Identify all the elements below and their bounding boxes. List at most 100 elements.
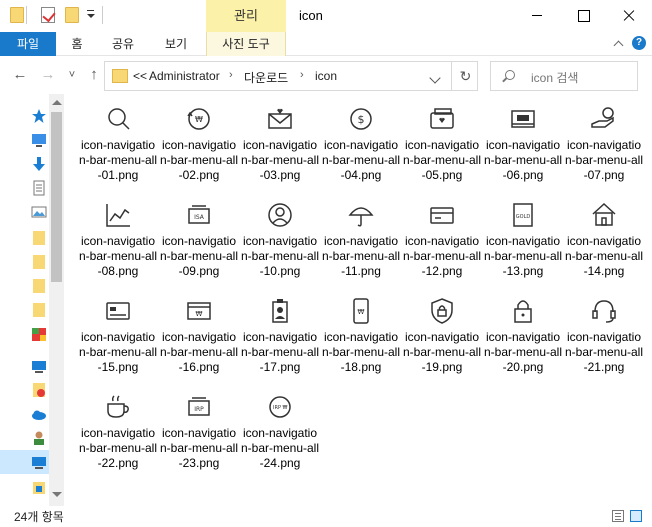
tab-share[interactable]: 공유 [108, 32, 138, 56]
recent-locations-button[interactable]: ˅ [64, 67, 80, 83]
file-item[interactable]: IRP ₩ icon-navigation-bar-menu-all-24.png [240, 384, 320, 480]
maximize-button[interactable] [560, 0, 606, 32]
tab-view[interactable]: 보기 [160, 32, 192, 56]
file-name: icon-navigation-bar-menu-all-01.png [78, 138, 158, 182]
file-name: icon-navigation-bar-menu-all-10.png [240, 234, 320, 278]
search-icon [505, 70, 515, 80]
pictures-icon[interactable] [31, 204, 47, 220]
file-name: icon-navigation-bar-menu-all-22.png [78, 426, 158, 470]
shield-icon [427, 296, 457, 326]
properties-icon[interactable] [41, 7, 55, 23]
file-name: icon-navigation-bar-menu-all-09.png [159, 234, 239, 278]
file-item[interactable]: icon-navigation-bar-menu-all-17.png [240, 288, 320, 384]
help-icon[interactable]: ? [632, 36, 646, 50]
folder-icon[interactable] [31, 302, 47, 318]
file-item[interactable]: icon-navigation-bar-menu-all-12.png [402, 192, 482, 288]
minimize-button[interactable] [514, 0, 560, 32]
file-item[interactable]: icon-navigation-bar-menu-all-14.png [564, 192, 644, 288]
file-item[interactable]: icon-navigation-bar-menu-all-22.png [78, 384, 158, 480]
search-icon [103, 104, 133, 134]
scrollbar-thumb[interactable] [51, 112, 62, 282]
file-name: icon-navigation-bar-menu-all-07.png [564, 138, 644, 182]
file-item[interactable]: $ icon-navigation-bar-menu-all-04.png [321, 96, 401, 192]
file-item[interactable]: IRP icon-navigation-bar-menu-all-23.png [159, 384, 239, 480]
quick-access-star-icon[interactable] [31, 108, 47, 124]
file-name: icon-navigation-bar-menu-all-12.png [402, 234, 482, 278]
file-name: icon-navigation-bar-menu-all-19.png [402, 330, 482, 374]
folder-icon[interactable] [31, 278, 47, 294]
breadcrumb-administrator[interactable]: Administrator [149, 69, 220, 83]
tab-picture-tools[interactable]: 사진 도구 [206, 32, 286, 56]
ribbon-tabs: 파일 홈 공유 보기 사진 도구 ? [0, 32, 652, 56]
lock-icon [508, 296, 538, 326]
file-item[interactable]: icon-navigation-bar-menu-all-01.png [78, 96, 158, 192]
onedrive-icon[interactable] [31, 406, 47, 422]
breadcrumb-icon[interactable]: icon [315, 69, 337, 83]
details-view-icon[interactable] [612, 510, 624, 522]
file-item[interactable]: icon-navigation-bar-menu-all-07.png [564, 96, 644, 192]
folder-icon[interactable] [31, 254, 47, 270]
file-item[interactable]: icon-navigation-bar-menu-all-15.png [78, 288, 158, 384]
desktop-icon[interactable] [31, 132, 47, 148]
this-pc-icon[interactable] [31, 358, 47, 374]
irp-won-icon: IRP ₩ [265, 392, 295, 422]
close-button[interactable] [606, 0, 652, 32]
user-folder-icon[interactable] [31, 430, 47, 446]
file-item[interactable]: icon-navigation-bar-menu-all-19.png [402, 288, 482, 384]
file-item[interactable]: icon-navigation-bar-menu-all-05.png [402, 96, 482, 192]
file-item[interactable]: ₩ icon-navigation-bar-menu-all-02.png [159, 96, 239, 192]
search-input[interactable]: icon 검색 [531, 69, 578, 86]
tab-home[interactable]: 홈 [64, 32, 90, 56]
scroll-down-icon[interactable] [52, 492, 62, 497]
file-item[interactable]: GOLD icon-navigation-bar-menu-all-13.png [483, 192, 563, 288]
documents-icon[interactable] [31, 180, 47, 196]
file-item[interactable]: icon-navigation-bar-menu-all-03.png [240, 96, 320, 192]
file-item[interactable]: icon-navigation-bar-menu-all-10.png [240, 192, 320, 288]
envelope-heart-icon [265, 104, 295, 134]
network-folder-icon[interactable] [31, 382, 47, 398]
breadcrumb-separator-icon[interactable]: › [300, 69, 304, 81]
card-icon [103, 296, 133, 326]
svg-text:₩: ₩ [196, 310, 203, 318]
file-item[interactable]: ₩ icon-navigation-bar-menu-all-16.png [159, 288, 239, 384]
up-button[interactable]: ↑ [86, 67, 102, 83]
file-item[interactable]: icon-navigation-bar-menu-all-20.png [483, 288, 563, 384]
svg-text:$: $ [358, 113, 365, 126]
large-icons-view-icon[interactable] [630, 510, 642, 522]
file-item[interactable]: ₩ icon-navigation-bar-menu-all-18.png [321, 288, 401, 384]
address-bar[interactable]: << Administrator › 다운로드 › icon ↻ [104, 61, 478, 91]
refresh-button[interactable]: ↻ [451, 62, 479, 90]
svg-text:₩: ₩ [358, 308, 365, 316]
isa-account-icon: ISA [184, 200, 214, 230]
collapse-ribbon-icon[interactable] [612, 36, 626, 50]
folder-icon[interactable] [31, 230, 47, 246]
breadcrumb-downloads[interactable]: 다운로드 [244, 69, 288, 86]
file-item[interactable]: ISA icon-navigation-bar-menu-all-09.png [159, 192, 239, 288]
file-name: icon-navigation-bar-menu-all-13.png [483, 234, 563, 278]
file-item[interactable]: icon-navigation-bar-menu-all-06.png [483, 96, 563, 192]
library-folder-icon[interactable] [31, 480, 47, 496]
search-box[interactable]: icon 검색 [490, 61, 638, 91]
file-name: icon-navigation-bar-menu-all-14.png [564, 234, 644, 278]
scroll-up-icon[interactable] [52, 100, 62, 105]
svg-text:ISA: ISA [194, 214, 205, 221]
chevron-down-icon[interactable] [429, 72, 441, 84]
app-folder-icon[interactable] [31, 326, 47, 342]
breadcrumb-separator-icon[interactable]: › [229, 69, 233, 81]
file-item[interactable]: icon-navigation-bar-menu-all-11.png [321, 192, 401, 288]
back-button[interactable]: ← [12, 67, 28, 83]
window-title: icon [299, 8, 323, 23]
tab-file[interactable]: 파일 [0, 32, 56, 56]
forward-button[interactable]: → [40, 67, 56, 83]
file-item[interactable]: icon-navigation-bar-menu-all-08.png [78, 192, 158, 288]
address-overflow[interactable]: << [133, 69, 147, 83]
downloads-icon[interactable] [31, 156, 47, 172]
this-pc-icon[interactable] [31, 454, 47, 470]
folder-icon [10, 7, 24, 23]
new-folder-icon[interactable] [65, 7, 79, 23]
customize-toolbar-icon[interactable] [86, 10, 96, 20]
home-icon [589, 200, 619, 230]
file-name: icon-navigation-bar-menu-all-23.png [159, 426, 239, 470]
file-item[interactable]: icon-navigation-bar-menu-all-21.png [564, 288, 644, 384]
headset-icon [589, 296, 619, 326]
